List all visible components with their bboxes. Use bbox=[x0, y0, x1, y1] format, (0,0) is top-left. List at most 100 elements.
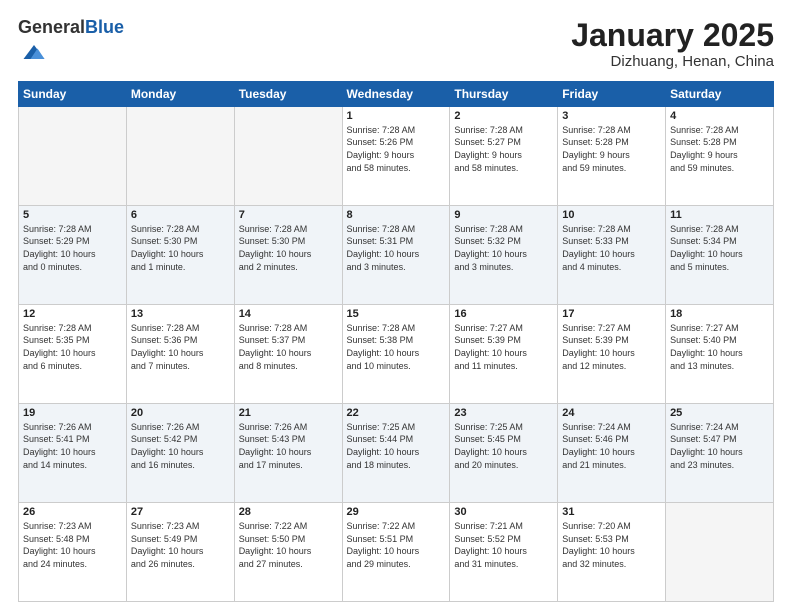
day-info: Sunrise: 7:28 AM Sunset: 5:28 PM Dayligh… bbox=[562, 124, 661, 174]
day-number: 28 bbox=[239, 506, 338, 518]
calendar-header-row: Sunday Monday Tuesday Wednesday Thursday… bbox=[19, 81, 774, 106]
col-tuesday: Tuesday bbox=[234, 81, 342, 106]
day-info: Sunrise: 7:28 AM Sunset: 5:26 PM Dayligh… bbox=[347, 124, 446, 174]
day-number: 5 bbox=[23, 209, 122, 221]
table-row: 6 Sunrise: 7:28 AM Sunset: 5:30 PM Daylig… bbox=[126, 205, 234, 304]
day-info: Sunrise: 7:25 AM Sunset: 5:45 PM Dayligh… bbox=[454, 421, 553, 471]
table-row: 13Sunrise: 7:28 AM Sunset: 5:36 PM Dayli… bbox=[126, 304, 234, 403]
day-info: Sunrise: 7:27 AM Sunset: 5:39 PM Dayligh… bbox=[454, 322, 553, 372]
header: GeneralBlue January 2025 Dizhuang, Henan… bbox=[18, 18, 774, 71]
table-row: 27 Sunrise: 7:23 AM Sunset: 5:49 PM Dayli… bbox=[126, 502, 234, 601]
day-info: Sunrise: 7:26 AM Sunset: 5:42 PM Dayligh… bbox=[131, 421, 230, 471]
day-number: 11 bbox=[670, 209, 769, 221]
table-row: 25 Sunrise: 7:24 AM Sunset: 5:47 PM Dayli… bbox=[666, 403, 774, 502]
day-info: Sunrise: 7:26 AM Sunset: 5:41 PM Dayligh… bbox=[23, 421, 122, 471]
calendar-table: Sunday Monday Tuesday Wednesday Thursday… bbox=[18, 81, 774, 602]
day-info: Sunrise: 7:23 AM Sunset: 5:48 PM Dayligh… bbox=[23, 520, 122, 570]
table-row bbox=[234, 106, 342, 205]
col-thursday: Thursday bbox=[450, 81, 558, 106]
table-row: 9 Sunrise: 7:28 AM Sunset: 5:32 PM Daylig… bbox=[450, 205, 558, 304]
day-number: 30 bbox=[454, 506, 553, 518]
day-info: Sunrise: 7:28 AM Sunset: 5:31 PM Dayligh… bbox=[347, 223, 446, 273]
day-number: 21 bbox=[239, 407, 338, 419]
calendar-week-2: 5 Sunrise: 7:28 AM Sunset: 5:29 PM Daylig… bbox=[19, 205, 774, 304]
col-saturday: Saturday bbox=[666, 81, 774, 106]
day-info: Sunrise: 7:22 AM Sunset: 5:51 PM Dayligh… bbox=[347, 520, 446, 570]
table-row: 30 Sunrise: 7:21 AM Sunset: 5:52 PM Dayli… bbox=[450, 502, 558, 601]
day-number: 31 bbox=[562, 506, 661, 518]
day-info: Sunrise: 7:20 AM Sunset: 5:53 PM Dayligh… bbox=[562, 520, 661, 570]
calendar-subtitle: Dizhuang, Henan, China bbox=[571, 53, 774, 70]
day-info: Sunrise: 7:28 AM Sunset: 5:32 PM Dayligh… bbox=[454, 223, 553, 273]
calendar-week-1: 1Sunrise: 7:28 AM Sunset: 5:26 PM Daylig… bbox=[19, 106, 774, 205]
day-info: Sunrise: 7:22 AM Sunset: 5:50 PM Dayligh… bbox=[239, 520, 338, 570]
table-row: 10 Sunrise: 7:28 AM Sunset: 5:33 PM Dayli… bbox=[558, 205, 666, 304]
logo-text: GeneralBlue bbox=[18, 18, 124, 38]
day-number: 24 bbox=[562, 407, 661, 419]
table-row: 11 Sunrise: 7:28 AM Sunset: 5:34 PM Dayli… bbox=[666, 205, 774, 304]
table-row bbox=[666, 502, 774, 601]
day-info: Sunrise: 7:28 AM Sunset: 5:27 PM Dayligh… bbox=[454, 124, 553, 174]
day-number: 10 bbox=[562, 209, 661, 221]
day-info: Sunrise: 7:28 AM Sunset: 5:35 PM Dayligh… bbox=[23, 322, 122, 372]
day-info: Sunrise: 7:27 AM Sunset: 5:39 PM Dayligh… bbox=[562, 322, 661, 372]
page: GeneralBlue January 2025 Dizhuang, Henan… bbox=[0, 0, 792, 612]
day-number: 26 bbox=[23, 506, 122, 518]
day-number: 3 bbox=[562, 110, 661, 122]
table-row: 23 Sunrise: 7:25 AM Sunset: 5:45 PM Dayli… bbox=[450, 403, 558, 502]
col-sunday: Sunday bbox=[19, 81, 127, 106]
table-row: 19 Sunrise: 7:26 AM Sunset: 5:41 PM Dayli… bbox=[19, 403, 127, 502]
day-info: Sunrise: 7:28 AM Sunset: 5:28 PM Dayligh… bbox=[670, 124, 769, 174]
day-info: Sunrise: 7:28 AM Sunset: 5:34 PM Dayligh… bbox=[670, 223, 769, 273]
table-row: 28 Sunrise: 7:22 AM Sunset: 5:50 PM Dayli… bbox=[234, 502, 342, 601]
day-number: 12 bbox=[23, 308, 122, 320]
day-number: 18 bbox=[670, 308, 769, 320]
day-number: 7 bbox=[239, 209, 338, 221]
day-number: 22 bbox=[347, 407, 446, 419]
day-info: Sunrise: 7:28 AM Sunset: 5:30 PM Dayligh… bbox=[239, 223, 338, 273]
table-row: 17Sunrise: 7:27 AM Sunset: 5:39 PM Dayli… bbox=[558, 304, 666, 403]
table-row: 20 Sunrise: 7:26 AM Sunset: 5:42 PM Dayli… bbox=[126, 403, 234, 502]
day-number: 27 bbox=[131, 506, 230, 518]
day-info: Sunrise: 7:28 AM Sunset: 5:37 PM Dayligh… bbox=[239, 322, 338, 372]
table-row: 31 Sunrise: 7:20 AM Sunset: 5:53 PM Dayli… bbox=[558, 502, 666, 601]
table-row: 22 Sunrise: 7:25 AM Sunset: 5:44 PM Dayli… bbox=[342, 403, 450, 502]
day-number: 2 bbox=[454, 110, 553, 122]
day-number: 23 bbox=[454, 407, 553, 419]
day-number: 19 bbox=[23, 407, 122, 419]
day-info: Sunrise: 7:28 AM Sunset: 5:30 PM Dayligh… bbox=[131, 223, 230, 273]
table-row: 1Sunrise: 7:28 AM Sunset: 5:26 PM Daylig… bbox=[342, 106, 450, 205]
day-info: Sunrise: 7:28 AM Sunset: 5:33 PM Dayligh… bbox=[562, 223, 661, 273]
table-row: 24Sunrise: 7:24 AM Sunset: 5:46 PM Dayli… bbox=[558, 403, 666, 502]
calendar-title: January 2025 bbox=[571, 18, 774, 53]
table-row: 15Sunrise: 7:28 AM Sunset: 5:38 PM Dayli… bbox=[342, 304, 450, 403]
table-row: 16 Sunrise: 7:27 AM Sunset: 5:39 PM Dayli… bbox=[450, 304, 558, 403]
day-number: 25 bbox=[670, 407, 769, 419]
day-number: 6 bbox=[131, 209, 230, 221]
table-row: 2 Sunrise: 7:28 AM Sunset: 5:27 PM Daylig… bbox=[450, 106, 558, 205]
calendar-week-5: 26 Sunrise: 7:23 AM Sunset: 5:48 PM Dayli… bbox=[19, 502, 774, 601]
day-number: 20 bbox=[131, 407, 230, 419]
day-number: 8 bbox=[347, 209, 446, 221]
col-wednesday: Wednesday bbox=[342, 81, 450, 106]
table-row: 21Sunrise: 7:26 AM Sunset: 5:43 PM Dayli… bbox=[234, 403, 342, 502]
logo-general: General bbox=[18, 17, 85, 37]
day-number: 16 bbox=[454, 308, 553, 320]
day-info: Sunrise: 7:28 AM Sunset: 5:38 PM Dayligh… bbox=[347, 322, 446, 372]
day-info: Sunrise: 7:25 AM Sunset: 5:44 PM Dayligh… bbox=[347, 421, 446, 471]
table-row: 5 Sunrise: 7:28 AM Sunset: 5:29 PM Daylig… bbox=[19, 205, 127, 304]
day-info: Sunrise: 7:21 AM Sunset: 5:52 PM Dayligh… bbox=[454, 520, 553, 570]
title-block: January 2025 Dizhuang, Henan, China bbox=[571, 18, 774, 70]
day-number: 13 bbox=[131, 308, 230, 320]
day-info: Sunrise: 7:23 AM Sunset: 5:49 PM Dayligh… bbox=[131, 520, 230, 570]
day-number: 29 bbox=[347, 506, 446, 518]
logo-icon bbox=[20, 38, 48, 66]
table-row: 7 Sunrise: 7:28 AM Sunset: 5:30 PM Daylig… bbox=[234, 205, 342, 304]
table-row: 14Sunrise: 7:28 AM Sunset: 5:37 PM Dayli… bbox=[234, 304, 342, 403]
logo-blue: Blue bbox=[85, 17, 124, 37]
day-info: Sunrise: 7:28 AM Sunset: 5:29 PM Dayligh… bbox=[23, 223, 122, 273]
day-number: 9 bbox=[454, 209, 553, 221]
table-row: 3 Sunrise: 7:28 AM Sunset: 5:28 PM Daylig… bbox=[558, 106, 666, 205]
day-info: Sunrise: 7:24 AM Sunset: 5:47 PM Dayligh… bbox=[670, 421, 769, 471]
table-row bbox=[126, 106, 234, 205]
